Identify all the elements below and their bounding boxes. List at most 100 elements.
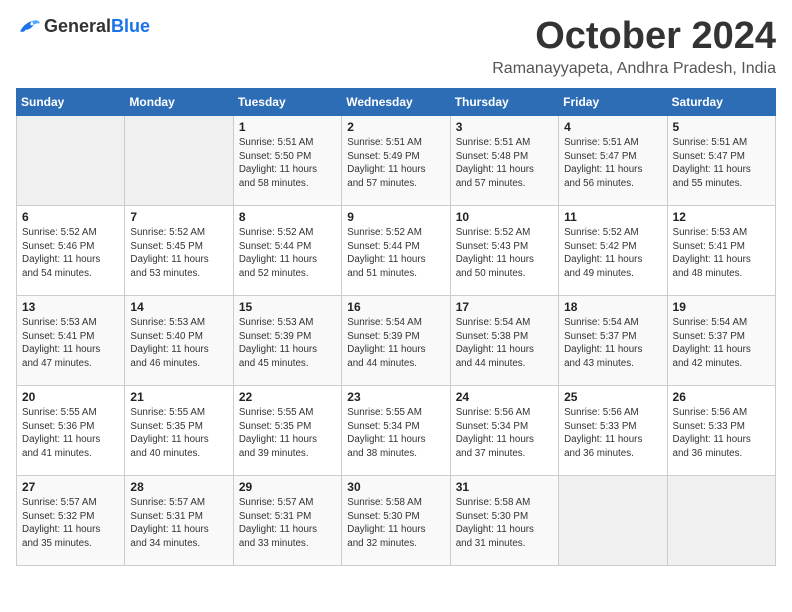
daylight-text: Daylight: 11 hours (347, 164, 425, 175)
sunset-text: Sunset: 5:44 PM (347, 241, 419, 252)
sunrise-text: Sunrise: 5:53 AM (673, 227, 748, 238)
calendar-day-cell: 31Sunrise: 5:58 AMSunset: 5:30 PMDayligh… (450, 475, 558, 565)
day-info: Sunrise: 5:57 AMSunset: 5:31 PMDaylight:… (130, 496, 227, 551)
day-info: Sunrise: 5:55 AM Sunset: 5:34 PM Daylight:… (347, 406, 444, 461)
day-number: 1 (239, 120, 336, 134)
sunset-text: Sunset: 5:47 PM (564, 151, 636, 162)
month-title: October 2024 (492, 16, 776, 58)
logo-text: GeneralBlue (44, 16, 150, 37)
daylight-minutes-text: and 50 minutes. (456, 268, 526, 279)
day-number: 12 (673, 210, 770, 224)
daylight-text: Daylight: 11 hours (456, 344, 534, 355)
day-number: 21 (130, 390, 227, 404)
location-title: Ramanayyapeta, Andhra Pradesh, India (492, 60, 776, 78)
sunset-text: Sunset: 5:35 PM (239, 421, 311, 432)
logo: GeneralBlue (16, 16, 150, 37)
daylight-minutes-text: and 55 minutes. (673, 178, 743, 189)
day-info: Sunrise: 5:54 AMSunset: 5:37 PMDaylight:… (673, 316, 770, 371)
daylight-text: Daylight: 11 hours (347, 434, 425, 445)
daylight-text: Daylight: 11 hours (22, 434, 100, 445)
calendar-day-cell: 29 Sunrise: 5:57 AMSunset: 5:31 PMDayligh… (233, 475, 341, 565)
daylight-minutes-text: and 44 minutes. (456, 358, 526, 369)
day-info: Sunrise: 5:53 AMSunset: 5:41 PMDaylight:… (22, 316, 119, 371)
day-number: 26 (673, 390, 770, 404)
day-info: Sunrise: 5:56 AMSunset: 5:33 PMDaylight:… (564, 406, 661, 461)
sunrise-text: Sunrise: 5:52 AM (347, 227, 422, 238)
sunrise-text: Sunrise: 5:53 AM (22, 317, 97, 328)
sunrise-text: Sunrise: 5:52 AM (564, 227, 639, 238)
daylight-minutes-text: and 56 minutes. (564, 178, 634, 189)
sunset-text: Sunset: 5:34 PM (347, 421, 419, 432)
daylight-text: Daylight: 11 hours (239, 524, 317, 535)
calendar-day-cell: 5Sunrise: 5:51 AMSunset: 5:47 PMDaylight… (667, 115, 775, 205)
calendar-day-cell: 17Sunrise: 5:54 AMSunset: 5:38 PMDayligh… (450, 295, 558, 385)
daylight-minutes-text: and 36 minutes. (673, 448, 743, 459)
daylight-text: Daylight: 11 hours (673, 164, 751, 175)
daylight-text: Daylight: 11 hours (673, 434, 751, 445)
daylight-text: Daylight: 11 hours (456, 524, 534, 535)
sunrise-text: Sunrise: 5:51 AM (239, 137, 314, 148)
calendar: SundayMondayTuesdayWednesdayThursdayFrid… (16, 88, 776, 566)
daylight-minutes-text: and 34 minutes. (130, 538, 200, 549)
sunset-text: Sunset: 5:46 PM (22, 241, 94, 252)
calendar-day-cell: 20Sunrise: 5:55 AMSunset: 5:36 PMDayligh… (17, 385, 125, 475)
daylight-text: Daylight: 11 hours (673, 344, 751, 355)
day-info: Sunrise: 5:55 AMSunset: 5:36 PMDaylight:… (22, 406, 119, 461)
daylight-text: Daylight: 11 hours (456, 164, 534, 175)
daylight-minutes-text: and 35 minutes. (22, 538, 92, 549)
day-number: 30 (347, 480, 444, 494)
daylight-minutes-text: and 57 minutes. (456, 178, 526, 189)
calendar-day-cell: 23Sunrise: 5:55 AMSunset: 5:34 PMDayligh… (342, 385, 450, 475)
sunset-text: Sunset: 5:40 PM (130, 331, 202, 342)
day-number: 29 (239, 480, 336, 494)
daylight-minutes-text: and 38 minutes. (347, 448, 417, 459)
daylight-text: Daylight: 11 hours (347, 254, 425, 265)
sunrise-text: Sunrise: 5:57 AM (130, 497, 205, 508)
daylight-minutes-text: and 46 minutes. (130, 358, 200, 369)
sunset-text: Sunset: 5:39 PM (347, 331, 419, 342)
weekday-header: Wednesday (342, 88, 450, 115)
calendar-day-cell: 11Sunrise: 5:52 AMSunset: 5:42 PMDayligh… (559, 205, 667, 295)
sunrise-text: Sunrise: 5:52 AM (130, 227, 205, 238)
sunrise-text: Sunrise: 5:54 AM (456, 317, 531, 328)
day-info: Sunrise: 5:51 AM Sunset: 5:47 PM Daylight:… (564, 136, 661, 191)
sunrise-text: Sunrise: 5:58 AM (456, 497, 531, 508)
daylight-minutes-text: and 32 minutes. (347, 538, 417, 549)
sunrise-text: Sunrise: 5:51 AM (564, 137, 639, 148)
sunrise-text: Sunrise: 5:54 AM (673, 317, 748, 328)
weekday-header: Sunday (17, 88, 125, 115)
sunset-text: Sunset: 5:32 PM (22, 511, 94, 522)
daylight-minutes-text: and 47 minutes. (22, 358, 92, 369)
day-info: Sunrise: 5:54 AMSunset: 5:38 PMDaylight:… (456, 316, 553, 371)
day-info: Sunrise: 5:57 AMSunset: 5:31 PMDaylight:… (239, 496, 336, 551)
daylight-minutes-text: and 53 minutes. (130, 268, 200, 279)
calendar-day-cell: 3Sunrise: 5:51 AMSunset: 5:48 PMDaylight… (450, 115, 558, 205)
daylight-text: Daylight: 11 hours (347, 524, 425, 535)
daylight-text: Daylight: 11 hours (130, 524, 208, 535)
sunrise-text: Sunrise: 5:55 AM (347, 407, 422, 418)
daylight-minutes-text: and 39 minutes. (239, 448, 309, 459)
sunrise-text: Sunrise: 5:57 AM (22, 497, 97, 508)
day-number: 27 (22, 480, 119, 494)
day-number: 9 (347, 210, 444, 224)
daylight-text: Daylight: 11 hours (22, 344, 100, 355)
day-info: Sunrise: 5:52 AM Sunset: 5:44 PM Daylight:… (347, 226, 444, 281)
sunset-text: Sunset: 5:30 PM (347, 511, 419, 522)
weekday-header: Monday (125, 88, 233, 115)
calendar-day-cell: 2Sunrise: 5:51 AMSunset: 5:49 PMDaylight… (342, 115, 450, 205)
sunrise-text: Sunrise: 5:56 AM (456, 407, 531, 418)
day-number: 7 (130, 210, 227, 224)
day-info: Sunrise: 5:56 AMSunset: 5:34 PMDaylight:… (456, 406, 553, 461)
day-number: 3 (456, 120, 553, 134)
sunrise-text: Sunrise: 5:54 AM (564, 317, 639, 328)
calendar-day-cell: 30 Sunrise: 5:58 AM Sunset: 5:30 PM Dayligh… (342, 475, 450, 565)
daylight-text: Daylight: 11 hours (564, 164, 642, 175)
day-info: Sunrise: 5:53 AMSunset: 5:41 PMDaylight:… (673, 226, 770, 281)
day-info: Sunrise: 5:56 AMSunset: 5:33 PMDaylight:… (673, 406, 770, 461)
sunrise-text: Sunrise: 5:58 AM (347, 497, 422, 508)
sunrise-text: Sunrise: 5:55 AM (239, 407, 314, 418)
calendar-header: SundayMondayTuesdayWednesdayThursdayFrid… (17, 88, 776, 115)
sunrise-text: Sunrise: 5:57 AM (239, 497, 314, 508)
day-info: Sunrise: 5:53 AMSunset: 5:40 PMDaylight:… (130, 316, 227, 371)
calendar-week-row: 1Sunrise: 5:51 AMSunset: 5:50 PMDaylight… (17, 115, 776, 205)
